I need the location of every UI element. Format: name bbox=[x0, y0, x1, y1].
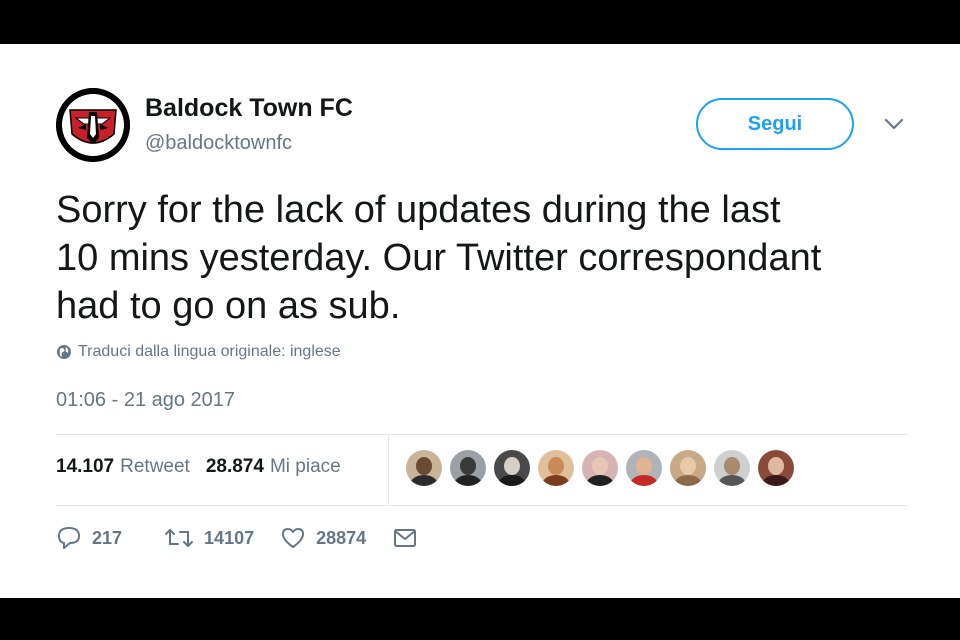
tweet-text-line: had to go on as sub. bbox=[56, 285, 401, 327]
liker-avatar-body bbox=[630, 475, 658, 486]
likes-label[interactable]: Mi piace bbox=[270, 456, 341, 478]
globe-icon bbox=[57, 345, 71, 359]
liker-avatar-face bbox=[592, 457, 608, 475]
retweet-icon bbox=[165, 529, 194, 547]
liker-avatars bbox=[406, 450, 794, 486]
likes-count[interactable]: 28.874 bbox=[206, 456, 264, 478]
translate-label: Traduci dalla lingua originale: inglese bbox=[78, 343, 341, 360]
liker-avatar-face bbox=[460, 457, 476, 475]
liker-avatar-body bbox=[410, 475, 438, 486]
direct-message-button[interactable] bbox=[392, 527, 418, 549]
action-bar: 217 14107 28874 bbox=[56, 526, 418, 550]
liker-avatar[interactable] bbox=[626, 450, 662, 486]
retweets-count[interactable]: 14.107 bbox=[56, 456, 114, 478]
reply-count: 217 bbox=[92, 527, 123, 548]
divider bbox=[56, 505, 908, 506]
liker-avatar-face bbox=[504, 457, 520, 475]
like-count: 28874 bbox=[316, 527, 367, 548]
stats-separator bbox=[388, 435, 389, 505]
liker-avatar[interactable] bbox=[450, 450, 486, 486]
liker-avatar-body bbox=[454, 475, 482, 486]
liker-avatar-body bbox=[674, 475, 702, 486]
chevron-down-icon[interactable] bbox=[882, 116, 906, 132]
tweet-card: Baldock Town FC @baldocktownfc Segui Sor… bbox=[0, 44, 960, 598]
liker-avatar-face bbox=[724, 457, 740, 475]
liker-avatar-face bbox=[548, 457, 564, 475]
liker-avatar[interactable] bbox=[670, 450, 706, 486]
like-button[interactable]: 28874 bbox=[280, 526, 366, 550]
divider bbox=[56, 434, 908, 435]
liker-avatar-body bbox=[586, 475, 614, 486]
tweet-text-line: 10 mins yesterday. Our Twitter correspon… bbox=[56, 237, 822, 279]
liker-avatar-body bbox=[718, 475, 746, 486]
stats-row: 14.107 Retweet 28.874 Mi piace bbox=[56, 456, 341, 478]
liker-avatar[interactable] bbox=[714, 450, 750, 486]
liker-avatar-face bbox=[680, 457, 696, 475]
heart-icon bbox=[282, 528, 305, 548]
liker-avatar-face bbox=[768, 457, 784, 475]
bottom-letterbox bbox=[0, 598, 960, 640]
translate-link[interactable]: Traduci dalla lingua originale: inglese bbox=[56, 343, 341, 361]
top-letterbox bbox=[0, 0, 960, 44]
liker-avatar[interactable] bbox=[538, 450, 574, 486]
retweet-button[interactable]: 14107 bbox=[164, 526, 254, 550]
club-crest-logo bbox=[56, 88, 130, 162]
retweet-count: 14107 bbox=[204, 527, 255, 548]
liker-avatar-face bbox=[636, 457, 652, 475]
liker-avatar-body bbox=[542, 475, 570, 486]
liker-avatar-body bbox=[762, 475, 790, 486]
reply-icon bbox=[58, 527, 80, 549]
avatar[interactable] bbox=[56, 88, 130, 162]
user-handle[interactable]: @baldocktownfc bbox=[145, 132, 292, 155]
liker-avatar[interactable] bbox=[582, 450, 618, 486]
liker-avatar[interactable] bbox=[758, 450, 794, 486]
reply-button[interactable]: 217 bbox=[56, 526, 122, 550]
liker-avatar[interactable] bbox=[494, 450, 530, 486]
retweets-label[interactable]: Retweet bbox=[120, 456, 190, 478]
tweet-text: Sorry for the lack of updates during the… bbox=[56, 186, 926, 330]
follow-button[interactable]: Segui bbox=[696, 98, 854, 150]
liker-avatar-body bbox=[498, 475, 526, 486]
liker-avatar-face bbox=[416, 457, 432, 475]
display-name[interactable]: Baldock Town FC bbox=[145, 94, 353, 123]
envelope-icon bbox=[394, 529, 417, 547]
liker-avatar[interactable] bbox=[406, 450, 442, 486]
timestamp[interactable]: 01:06 - 21 ago 2017 bbox=[56, 389, 235, 412]
tweet-text-line: Sorry for the lack of updates during the… bbox=[56, 189, 781, 231]
